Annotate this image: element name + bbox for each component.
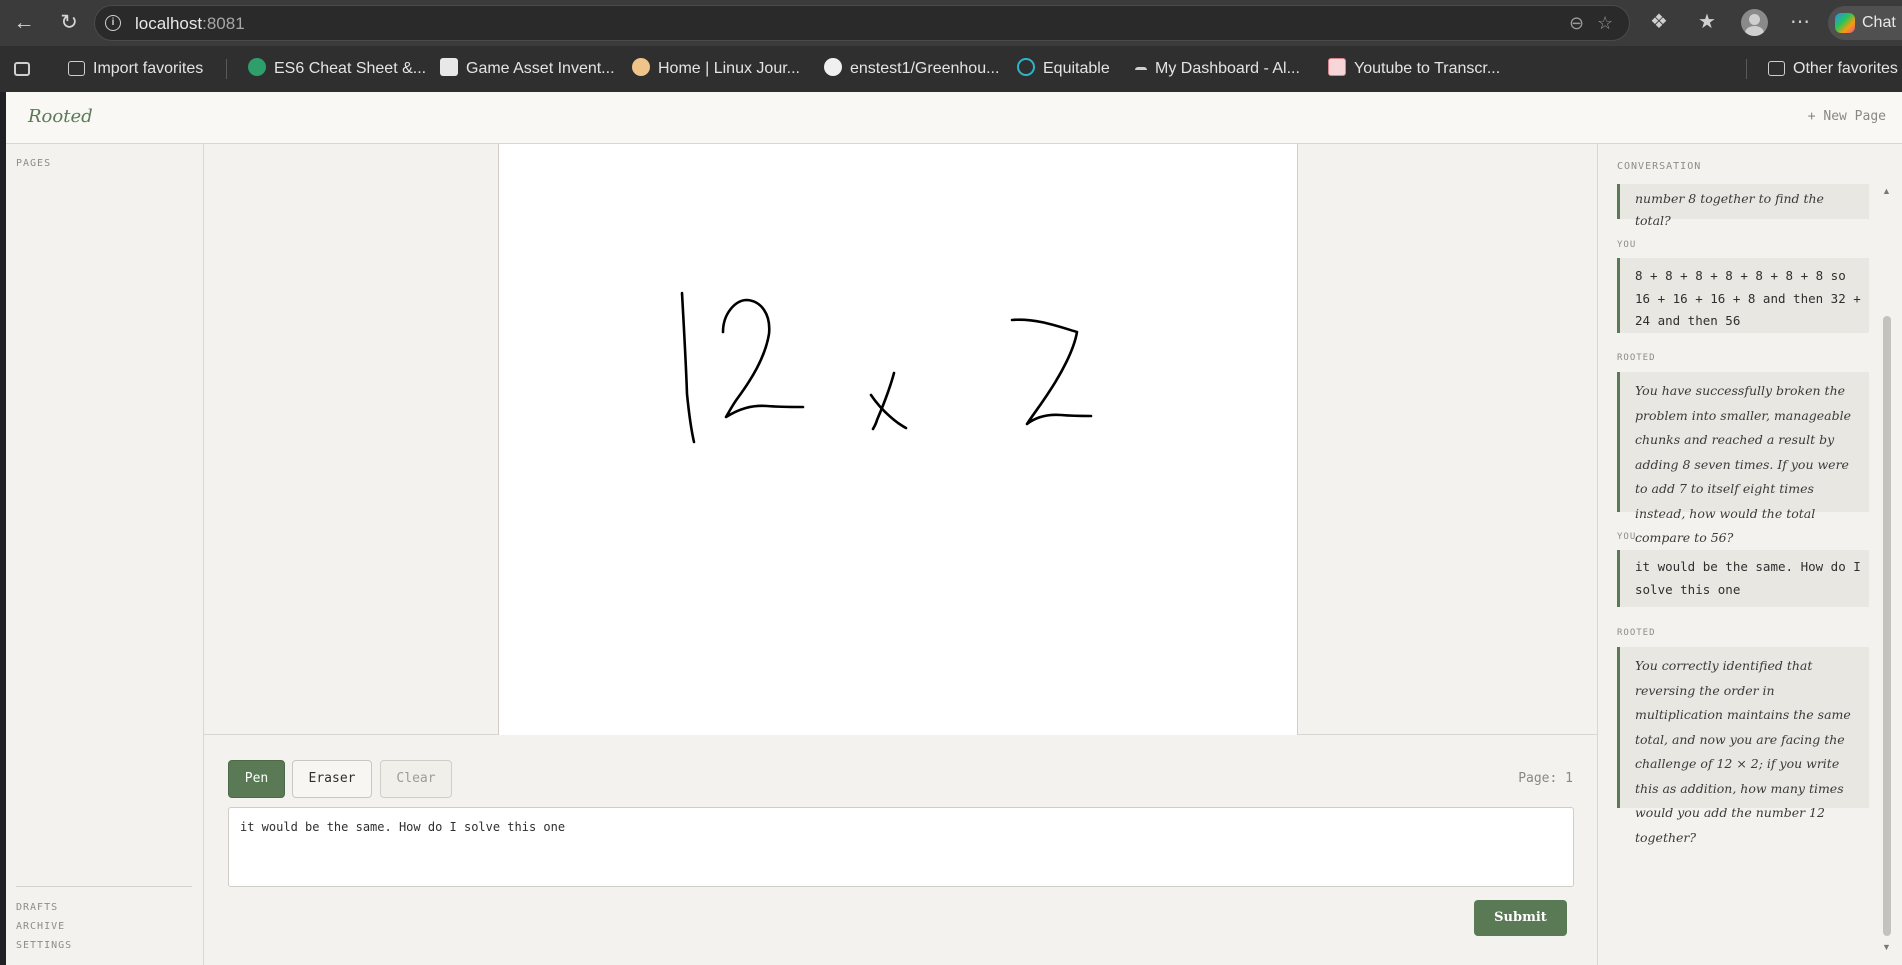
- conversation-scrollbar[interactable]: ▲ ▼: [1882, 184, 1891, 957]
- dashboard-favicon: [1135, 67, 1147, 76]
- trello-favicon: [440, 58, 458, 76]
- more-menu-icon[interactable]: ⋯: [1790, 9, 1810, 35]
- folder-icon: [1768, 61, 1785, 76]
- favorites-icon[interactable]: ★: [1698, 9, 1716, 35]
- stroke-digit-2a: [721, 298, 805, 419]
- canvas-area: [204, 144, 1597, 735]
- conversation-panel: CONVERSATION number 8 together to find t…: [1597, 144, 1902, 965]
- es6-favicon: [248, 58, 266, 76]
- handwriting-strokes: [680, 291, 1093, 444]
- pages-sidebar: PAGES DRAFTS ARCHIVE SETTINGS: [6, 144, 204, 965]
- message-role-you: YOU: [1617, 532, 1637, 542]
- zoom-out-icon[interactable]: ⊖: [1569, 13, 1584, 34]
- favorite-import-favorites[interactable]: Import favorites: [68, 58, 203, 80]
- scroll-down-arrow-icon[interactable]: ▼: [1882, 942, 1891, 952]
- favorite-star-icon[interactable]: ☆: [1597, 13, 1613, 34]
- new-page-button[interactable]: + New Page: [1808, 109, 1886, 124]
- extensions-icon[interactable]: ❖: [1650, 9, 1668, 35]
- eraser-tool-button[interactable]: Eraser: [292, 760, 372, 798]
- favorite-github-greenhouse[interactable]: enstest1/Greenhou...: [824, 58, 999, 80]
- message-role-you: YOU: [1617, 240, 1637, 250]
- sidebar-link-drafts[interactable]: DRAFTS: [16, 902, 58, 913]
- browser-toolbar: ← ↻ i localhost:8081 ⊖ ☆ ❖ ★ ⋯ Chat: [0, 0, 1902, 46]
- stroke-digit-1: [680, 291, 696, 444]
- clear-button[interactable]: Clear: [380, 760, 452, 798]
- conversation-message-ai: You have successfully broken the problem…: [1617, 372, 1869, 545]
- submit-button[interactable]: Submit: [1474, 900, 1567, 936]
- youtube-transcript-favicon: [1328, 58, 1346, 76]
- profile-avatar-icon[interactable]: [1741, 9, 1768, 36]
- favorite-es6-cheat-sheet[interactable]: ES6 Cheat Sheet &...: [248, 58, 426, 80]
- workspace: Pen Eraser Clear Page: 1 it would be the…: [204, 144, 1597, 965]
- favorites-bar: Import favorites ES6 Cheat Sheet &... Ga…: [0, 46, 1902, 92]
- sidebar-divider: [16, 886, 192, 887]
- favorite-other-favorites[interactable]: Other favorites: [1768, 58, 1898, 80]
- linux-journey-favicon: [632, 58, 650, 76]
- copilot-label: Chat: [1862, 14, 1896, 31]
- app-header: Rooted + New Page: [6, 92, 1902, 144]
- scrollbar-thumb[interactable]: [1883, 316, 1891, 936]
- message-role-rooted: ROOTED: [1617, 353, 1656, 363]
- message-role-rooted: ROOTED: [1617, 628, 1656, 638]
- favorite-equitable[interactable]: Equitable: [1017, 58, 1110, 80]
- favorite-linux-journey[interactable]: Home | Linux Jour...: [632, 58, 800, 80]
- github-favicon: [824, 58, 842, 76]
- import-icon: [68, 61, 85, 76]
- address-bar[interactable]: i localhost:8081 ⊖ ☆: [94, 5, 1630, 41]
- drawing-canvas[interactable]: [498, 144, 1298, 735]
- copilot-button[interactable]: Chat: [1828, 6, 1902, 40]
- refresh-icon[interactable]: ↻: [55, 9, 83, 37]
- pen-tool-button[interactable]: Pen: [228, 760, 285, 798]
- conversation-message-ai: You correctly identified that reversing …: [1617, 647, 1869, 845]
- conversation-message-user: 8 + 8 + 8 + 8 + 8 + 8 + 8 so 16 + 16 + 1…: [1617, 258, 1869, 333]
- answer-input[interactable]: it would be the same. How do I solve thi…: [228, 807, 1574, 887]
- favorite-game-asset-inventory[interactable]: Game Asset Invent...: [440, 58, 615, 80]
- copilot-icon: [1835, 13, 1855, 33]
- sidebar-link-archive[interactable]: ARCHIVE: [16, 921, 65, 932]
- page-indicator: Page: 1: [1518, 771, 1573, 786]
- conversation-message-user: it would be the same. How do I solve thi…: [1617, 550, 1869, 607]
- collections-icon[interactable]: [14, 58, 38, 80]
- app-brand[interactable]: Rooted: [28, 106, 93, 127]
- sidebar-link-settings[interactable]: SETTINGS: [16, 940, 72, 951]
- equitable-favicon: [1017, 58, 1035, 76]
- pages-label: PAGES: [16, 158, 52, 169]
- back-icon[interactable]: ←: [10, 9, 38, 37]
- scroll-up-arrow-icon[interactable]: ▲: [1882, 186, 1891, 196]
- favorite-youtube-to-transcript[interactable]: Youtube to Transcr...: [1328, 58, 1500, 80]
- url-text[interactable]: localhost:8081: [135, 14, 245, 34]
- site-info-icon[interactable]: i: [105, 15, 121, 31]
- favorite-my-dashboard[interactable]: My Dashboard - Al...: [1135, 58, 1300, 80]
- stroke-digit-2b: [1010, 318, 1093, 426]
- rooted-app: Rooted + New Page PAGES DRAFTS ARCHIVE S…: [6, 92, 1902, 965]
- conversation-label: CONVERSATION: [1617, 161, 1702, 172]
- conversation-message-ai: number 8 together to find the total?: [1617, 184, 1869, 228]
